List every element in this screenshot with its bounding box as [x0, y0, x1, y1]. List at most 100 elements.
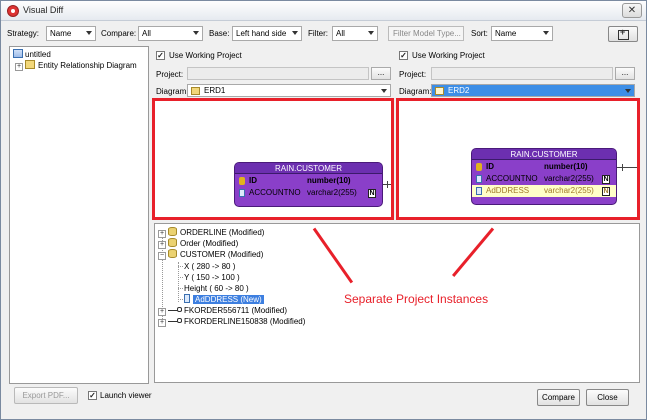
entity-title: RAIN.CUSTOMER: [235, 163, 382, 174]
column-type: varchar2(255): [544, 174, 594, 183]
filter-value: All: [336, 29, 345, 38]
right-browse-project-button[interactable]: ...: [615, 67, 635, 80]
strategy-value: Name: [50, 29, 72, 38]
tree-child-label: Entity Relationship Diagram: [38, 61, 137, 70]
left-diagram-select[interactable]: ERD1: [187, 84, 391, 97]
diff-item-customer[interactable]: − CUSTOMER (Modified): [158, 249, 263, 260]
column-icon: [476, 175, 482, 183]
title-bar: Visual Diff ✕: [1, 1, 646, 21]
left-diagram-label: Diagram:: [156, 87, 189, 96]
expand-icon[interactable]: +: [15, 63, 23, 71]
expand-icon[interactable]: +: [158, 230, 166, 238]
diff-item-fkorderline[interactable]: + FKORDERLINE150838 (Modified): [158, 316, 305, 327]
compare-select[interactable]: All: [138, 26, 203, 41]
diff-prop-height[interactable]: Height ( 60 -> 80 ): [184, 283, 249, 294]
diff-item-orderline[interactable]: + ORDERLINE (Modified): [158, 227, 264, 238]
compare-label: Compare:: [101, 29, 137, 38]
project-icon: [13, 49, 23, 58]
relationship-mark: [387, 181, 388, 188]
tree-connector: [178, 299, 183, 300]
visual-diff-window: Visual Diff ✕ Strategy: Name Compare: Al…: [0, 0, 647, 420]
sort-label: Sort:: [471, 29, 488, 38]
right-project-field[interactable]: [431, 67, 613, 80]
left-project-label: Project:: [156, 70, 184, 79]
bottom-bar: Export PDF... ✓ Launch viewer Compare Cl…: [1, 385, 646, 419]
base-label: Base:: [209, 29, 230, 38]
diff-item-label: ORDERLINE (Modified): [180, 228, 265, 237]
export-pdf-button[interactable]: Export PDF...: [14, 387, 78, 404]
diff-item-label: FKORDERLINE150838 (Modified): [184, 317, 306, 326]
tree-connector: [178, 262, 179, 302]
left-customer-entity[interactable]: RAIN.CUSTOMER ID number(10) ACCOUNTNO va…: [234, 162, 383, 207]
diff-item-order[interactable]: + Order (Modified): [158, 238, 238, 249]
tree-connector: [178, 277, 183, 278]
tree-root-label: untitled: [25, 50, 51, 59]
launch-viewer-checkbox[interactable]: ✓: [88, 391, 97, 400]
column-type: varchar2(255): [544, 186, 594, 195]
column-type: varchar2(255): [307, 188, 357, 197]
relationship-mark: [622, 164, 623, 171]
entity-title: RAIN.CUSTOMER: [472, 149, 616, 160]
entity-row-id[interactable]: ID number(10): [235, 175, 382, 187]
close-button[interactable]: Close: [586, 389, 629, 406]
expand-icon[interactable]: +: [158, 308, 166, 316]
column-name: ACCOUNTNO: [486, 174, 538, 183]
diff-item-address[interactable]: AdDDRESS (New): [184, 294, 264, 305]
maximize-panel-button[interactable]: [608, 26, 638, 42]
chevron-down-icon: [381, 89, 387, 93]
diff-prop-x[interactable]: X ( 280 -> 80 ): [184, 261, 235, 272]
column-icon: [239, 189, 245, 197]
right-customer-entity[interactable]: RAIN.CUSTOMER ID number(10) ACCOUNTNO va…: [471, 148, 617, 205]
tree-connector: [178, 266, 183, 267]
relationship-connector: [617, 167, 637, 168]
right-diagram-select[interactable]: ERD2: [431, 84, 635, 97]
diff-item-fkorder[interactable]: + FKORDER556711 (Modified): [158, 305, 287, 316]
column-name: AdDDRESS: [486, 186, 530, 195]
left-use-working-project-label: Use Working Project: [169, 51, 242, 60]
expand-icon[interactable]: +: [158, 319, 166, 327]
entity-row-address[interactable]: AdDDRESS varchar2(255) N: [472, 185, 616, 197]
column-name: ID: [486, 162, 494, 171]
left-diagram-canvas[interactable]: RAIN.CUSTOMER ID number(10) ACCOUNTNO va…: [152, 98, 394, 220]
filter-select[interactable]: All: [332, 26, 378, 41]
strategy-select[interactable]: Name: [46, 26, 96, 41]
left-use-working-project-checkbox[interactable]: ✓: [156, 51, 165, 60]
compare-value: All: [142, 29, 151, 38]
column-name: ACCOUNTNO: [249, 188, 301, 197]
column-name: ID: [249, 176, 257, 185]
diagram-icon: [25, 60, 35, 69]
foreign-key-icon: [168, 316, 182, 323]
foreign-key-icon: [168, 305, 182, 312]
chevron-down-icon: [292, 31, 298, 35]
chevron-down-icon: [86, 31, 92, 35]
base-select[interactable]: Left hand side: [232, 26, 302, 41]
diagram-icon: [435, 87, 444, 95]
chevron-down-icon: [368, 31, 374, 35]
right-diagram-canvas[interactable]: RAIN.CUSTOMER ID number(10) ACCOUNTNO va…: [396, 98, 640, 220]
compare-button[interactable]: Compare: [537, 389, 580, 406]
column-icon: [476, 187, 482, 195]
primary-key-icon: [476, 163, 482, 171]
right-diagram-value: ERD2: [448, 86, 470, 95]
left-project-field[interactable]: [187, 67, 369, 80]
column-icon: [184, 294, 190, 303]
right-diagram-label: Diagram:: [399, 87, 432, 96]
entity-row-accountno[interactable]: ACCOUNTNO varchar2(255) N: [472, 173, 616, 185]
expand-icon[interactable]: +: [158, 241, 166, 249]
filter-model-type-input[interactable]: Filter Model Type...: [388, 26, 464, 41]
entity-row-accountno[interactable]: ACCOUNTNO varchar2(255) N: [235, 187, 382, 199]
diff-item-label: X ( 280 -> 80 ): [184, 262, 236, 271]
diff-prop-y[interactable]: Y ( 150 -> 100 ): [184, 272, 240, 283]
left-browse-project-button[interactable]: ...: [371, 67, 391, 80]
tree-item-erd[interactable]: + Entity Relationship Diagram: [15, 60, 137, 72]
right-use-working-project-checkbox[interactable]: ✓: [399, 51, 408, 60]
filter-label: Filter:: [308, 29, 328, 38]
collapse-icon[interactable]: −: [158, 252, 166, 260]
chevron-down-icon: [193, 31, 199, 35]
sort-select[interactable]: Name: [491, 26, 553, 41]
close-window-button[interactable]: ✕: [622, 3, 642, 18]
diff-item-label-selected: AdDDRESS (New): [193, 295, 264, 304]
launch-viewer-label: Launch viewer: [100, 391, 152, 400]
entity-row-id[interactable]: ID number(10): [472, 161, 616, 173]
nullable-badge: N: [368, 189, 376, 198]
